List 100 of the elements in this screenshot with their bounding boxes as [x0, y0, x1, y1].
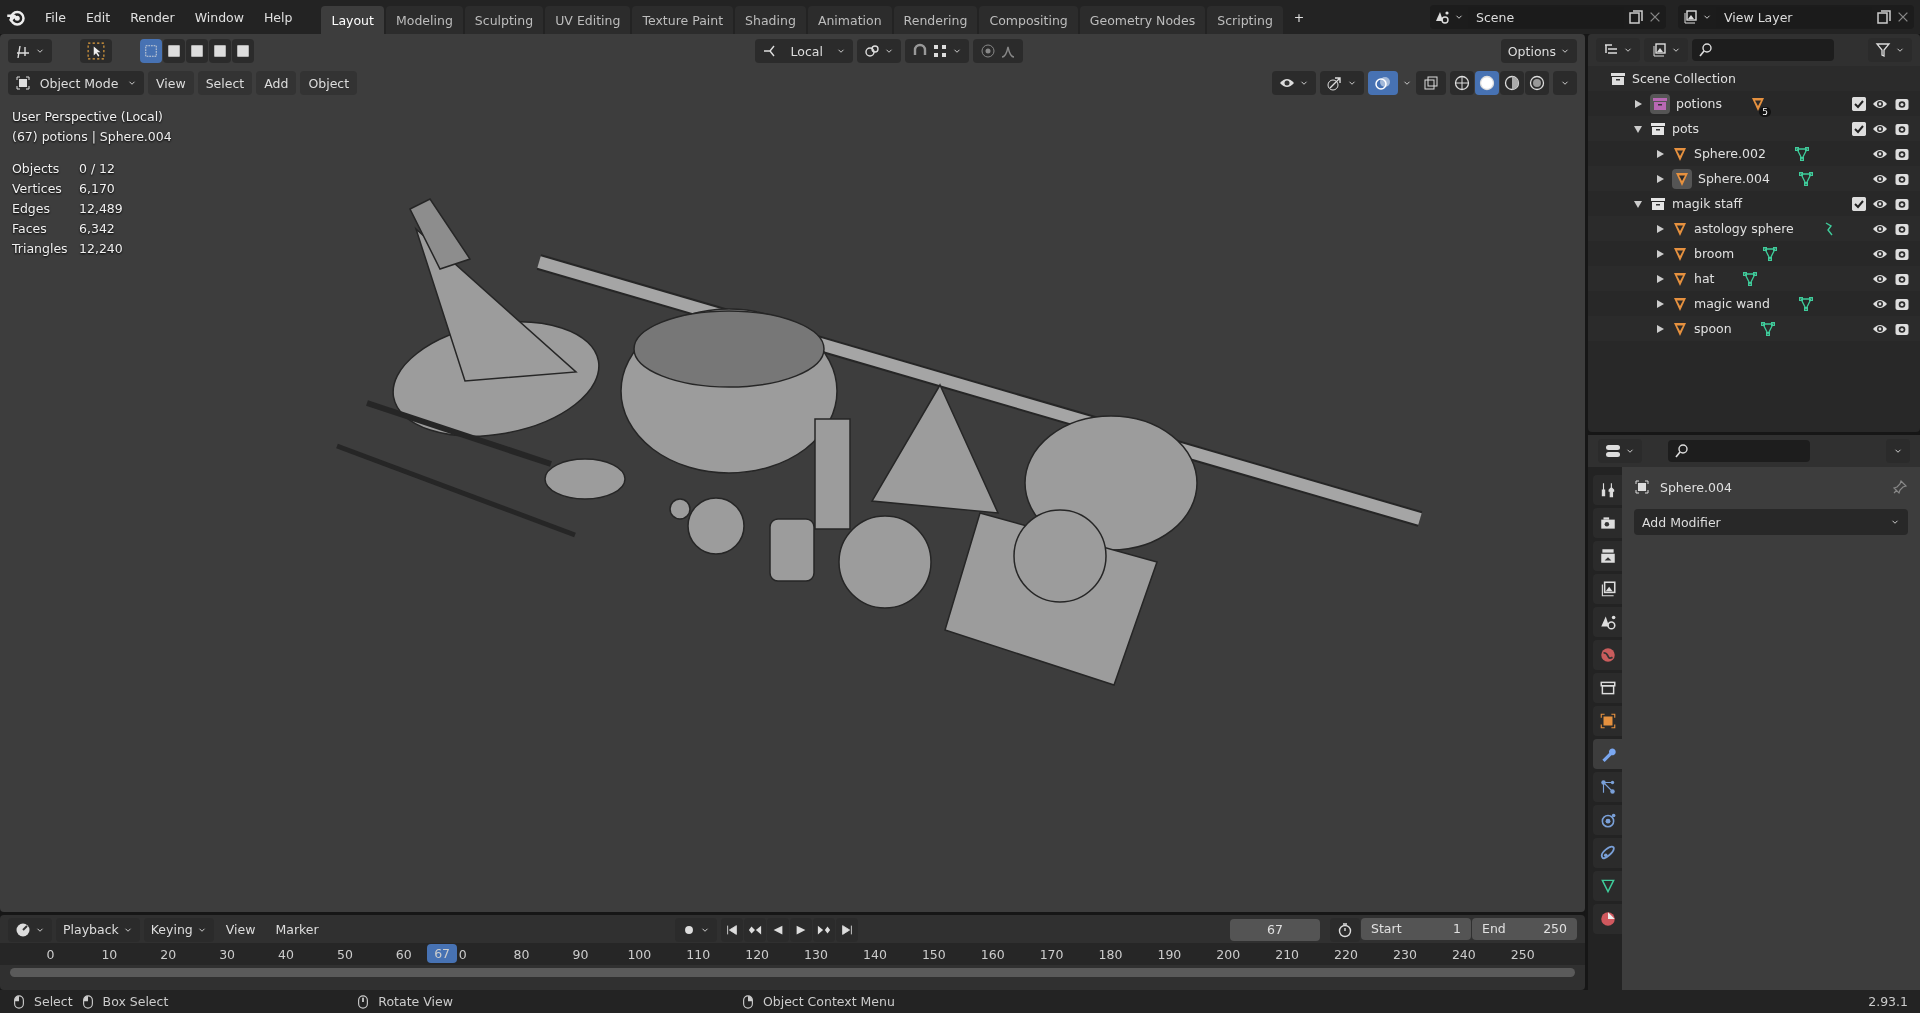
properties-tab[interactable]	[1593, 475, 1622, 505]
editor-type-button[interactable]	[1598, 439, 1642, 463]
selection-mode-button[interactable]	[209, 39, 231, 63]
selection-mode-button[interactable]	[163, 39, 185, 63]
expand-arrow-icon[interactable]	[1654, 222, 1666, 235]
outliner-item[interactable]: Sphere.004	[1698, 171, 1770, 186]
filter-button[interactable]	[1868, 38, 1912, 62]
gizmo-button[interactable]	[1320, 71, 1364, 95]
select-tool-button[interactable]	[80, 39, 112, 63]
close-icon[interactable]	[1648, 10, 1662, 24]
editor-type-button[interactable]	[1596, 38, 1640, 62]
expand-arrow-icon[interactable]	[1654, 247, 1666, 260]
shading-mode-button[interactable]	[1525, 71, 1549, 95]
expand-arrow-icon[interactable]	[1654, 172, 1666, 185]
search-field[interactable]	[1668, 440, 1810, 462]
header-menu[interactable]: View	[148, 71, 194, 95]
properties-tab[interactable]	[1593, 805, 1622, 835]
outliner-item[interactable]: pots	[1672, 121, 1699, 136]
snap-button[interactable]	[904, 39, 969, 63]
workspace-tab[interactable]: Geometry Nodes	[1079, 6, 1206, 34]
outliner-item[interactable]: Sphere.002	[1694, 146, 1766, 161]
scene-selector[interactable]: Scene	[1430, 5, 1666, 29]
outliner-item[interactable]: magic wand	[1694, 296, 1770, 311]
menu-item[interactable]: Edit	[76, 5, 120, 29]
properties-tab[interactable]	[1593, 706, 1622, 736]
orientation-dropdown[interactable]: Local	[754, 39, 853, 63]
properties-tab[interactable]	[1593, 574, 1622, 604]
pivot-button[interactable]	[856, 39, 901, 63]
workspace-tab[interactable]: Scripting	[1207, 6, 1283, 34]
playback-button[interactable]	[812, 917, 835, 942]
display-mode-button[interactable]	[1644, 38, 1688, 62]
expand-arrow-icon[interactable]	[1654, 297, 1666, 310]
checkbox[interactable]	[1852, 196, 1866, 211]
expand-arrow-icon[interactable]	[1654, 147, 1666, 160]
properties-tab[interactable]	[1593, 772, 1622, 802]
outliner-item[interactable]: broom	[1694, 246, 1735, 261]
playback-button[interactable]	[720, 917, 743, 942]
playback-button[interactable]	[766, 917, 789, 942]
outliner-item[interactable]: Scene Collection	[1632, 71, 1736, 86]
end-frame-field[interactable]: End 250	[1472, 917, 1577, 940]
workspace-tab[interactable]: Sculpting	[464, 6, 544, 34]
playback-button[interactable]	[743, 917, 766, 942]
view-layer-selector[interactable]: View Layer	[1678, 5, 1914, 29]
checkbox[interactable]	[1852, 96, 1866, 111]
playback-button[interactable]	[789, 917, 812, 942]
checkbox[interactable]	[1852, 121, 1866, 136]
timeline-menu[interactable]: View	[217, 917, 264, 942]
add-workspace-button[interactable]: +	[1284, 5, 1314, 29]
workspace-tab[interactable]: Animation	[807, 6, 892, 34]
properties-tab[interactable]	[1593, 607, 1622, 637]
timeline-menu[interactable]: Playback	[56, 917, 140, 942]
expand-arrow-icon[interactable]	[1632, 97, 1644, 110]
add-modifier-dropdown[interactable]: Add Modifier	[1634, 509, 1908, 535]
preview-range-button[interactable]	[1330, 917, 1360, 942]
close-icon[interactable]	[1896, 10, 1910, 24]
properties-tab[interactable]	[1593, 541, 1622, 571]
workspace-tab[interactable]: Shading	[735, 6, 806, 34]
outliner-item[interactable]: hat	[1694, 271, 1715, 286]
shading-mode-button[interactable]	[1450, 71, 1474, 95]
proportional-edit-button[interactable]	[972, 39, 1023, 63]
workspace-tab[interactable]: Rendering	[893, 6, 978, 34]
properties-tab[interactable]	[1593, 838, 1622, 868]
shading-mode-button[interactable]	[1500, 71, 1524, 95]
record-button[interactable]	[674, 917, 717, 942]
timeline-menu[interactable]: Keying	[143, 917, 214, 942]
header-menu[interactable]: Object	[300, 71, 358, 95]
editor-type-button[interactable]	[8, 917, 52, 942]
properties-tab[interactable]	[1593, 673, 1622, 703]
overlays-button[interactable]	[1368, 71, 1398, 95]
menu-item[interactable]: Render	[121, 5, 184, 29]
options-dropdown[interactable]: Options	[1500, 39, 1577, 63]
expand-arrow-icon[interactable]	[1654, 272, 1666, 285]
workspace-tab[interactable]: Texture Paint	[632, 6, 734, 34]
outliner-item[interactable]: astology sphere	[1694, 221, 1794, 236]
properties-tab[interactable]	[1593, 508, 1622, 538]
start-frame-field[interactable]: Start 1	[1361, 917, 1471, 940]
workspace-tab[interactable]: Layout	[321, 6, 384, 34]
menu-item[interactable]: Window	[185, 5, 253, 29]
xray-button[interactable]	[1416, 71, 1446, 95]
selection-mode-button[interactable]	[186, 39, 208, 63]
timeline-scrollbar[interactable]	[10, 968, 1575, 977]
header-menu[interactable]: Add	[256, 71, 297, 95]
search-field[interactable]	[1692, 39, 1834, 61]
properties-tab[interactable]	[1593, 871, 1622, 901]
selection-mode-button[interactable]	[232, 39, 254, 63]
workspace-tab[interactable]: UV Editing	[545, 6, 631, 34]
shading-mode-button[interactable]	[1475, 71, 1499, 95]
visibility-button[interactable]	[1272, 71, 1316, 95]
outliner-item[interactable]: potions	[1676, 96, 1723, 111]
transform-pivot-button[interactable]	[8, 39, 52, 63]
menu-item[interactable]: File	[36, 5, 75, 29]
workspace-tab[interactable]: Modeling	[385, 6, 463, 34]
timeline-menu[interactable]: Marker	[267, 917, 327, 942]
playback-button[interactable]	[835, 917, 858, 942]
copy-icon[interactable]	[1628, 9, 1644, 25]
current-frame-field[interactable]: 67	[1230, 918, 1320, 941]
menu-item[interactable]: Help	[254, 5, 302, 29]
outliner-item[interactable]: magik staff	[1672, 196, 1743, 211]
properties-tab[interactable]	[1593, 904, 1622, 934]
mode-dropdown[interactable]: Object Mode	[8, 71, 144, 95]
